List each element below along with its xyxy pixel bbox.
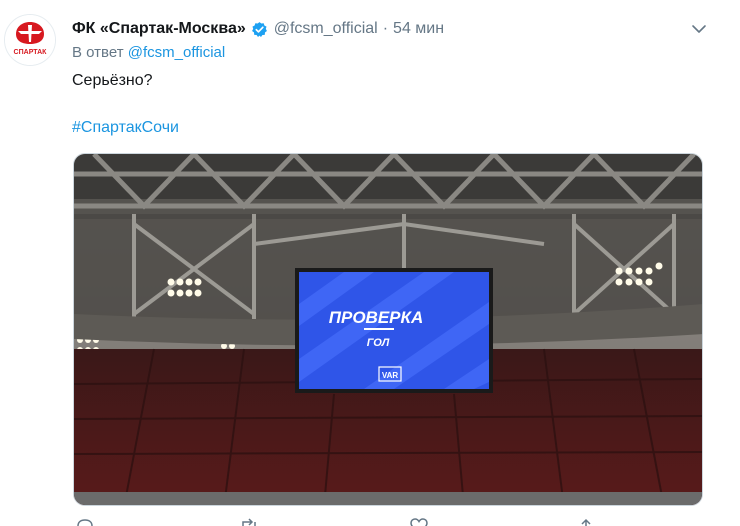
display-name[interactable]: ФК «Спартак-Москва» (72, 20, 246, 38)
reply-prefix: В ответ (72, 44, 124, 61)
share-icon[interactable] (577, 518, 595, 526)
verified-badge-icon (251, 21, 267, 37)
stadium-photo: ПРОВЕРКА ГОЛ VAR (74, 154, 702, 505)
hashtag-link[interactable]: #СпартакСочи (72, 119, 179, 137)
timestamp[interactable]: 54 мин (393, 20, 444, 38)
reply-context: В ответ @fcsm_official (72, 44, 225, 61)
tweet-actions (72, 512, 632, 526)
heart-icon[interactable] (410, 518, 428, 526)
tweet-text: Серьёзно? (72, 72, 153, 89)
avatar-label: СПАРТАК (14, 49, 48, 56)
spartak-logo: СПАРТАК (5, 15, 55, 65)
handle[interactable]: @fcsm_official (274, 20, 378, 38)
screen-subtitle: ГОЛ (367, 337, 390, 349)
screen-title: ПРОВЕРКА (329, 308, 423, 327)
tweet-media[interactable]: ПРОВЕРКА ГОЛ VAR (73, 153, 703, 506)
chevron-down-icon[interactable] (690, 20, 708, 38)
avatar[interactable]: СПАРТАК (4, 14, 56, 66)
reply-icon[interactable] (76, 518, 94, 526)
tweet-header: ФК «Спартак-Москва» @fcsm_official · 54 … (72, 18, 444, 40)
retweet-icon[interactable] (240, 518, 258, 526)
screen-var-badge: VAR (382, 371, 399, 380)
reply-to-link[interactable]: @fcsm_official (128, 44, 225, 61)
separator-dot: · (382, 20, 389, 37)
